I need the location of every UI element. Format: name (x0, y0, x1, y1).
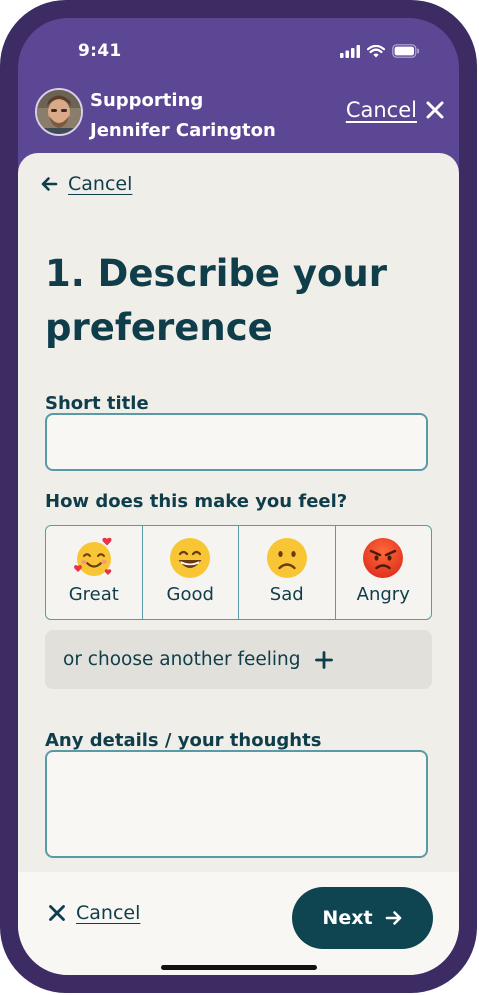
back-cancel-label: Cancel (68, 173, 133, 195)
wifi-icon (367, 44, 385, 57)
arrow-right-icon (385, 911, 401, 925)
footer-cancel-label: Cancel (76, 902, 141, 924)
phone-frame: 9:41 Supporting Jennifer Carington Cance… (0, 0, 477, 993)
angry-face-icon (363, 538, 404, 578)
arrow-left-icon (41, 177, 58, 191)
feeling-option-angry[interactable]: Angry (336, 526, 432, 619)
supported-person-name: Jennifer Carington (90, 120, 276, 141)
avatar (35, 88, 83, 136)
grinning-face-icon (170, 538, 211, 578)
form-sheet: Cancel 1. Describe your preference Short… (18, 153, 459, 975)
battery-icon (392, 44, 420, 58)
feeling-label-angry: Angry (356, 584, 410, 605)
close-icon (426, 101, 444, 119)
choose-another-feeling-button[interactable]: or choose another feeling (45, 630, 432, 689)
details-label: Any details / your thoughts (45, 730, 322, 751)
feeling-option-sad[interactable]: Sad (239, 526, 336, 619)
short-title-input[interactable] (45, 413, 428, 471)
frowning-face-icon (266, 538, 307, 578)
choose-another-feeling-label: or choose another feeling (63, 649, 301, 670)
bottom-action-bar: Cancel Next (18, 872, 459, 975)
short-title-label: Short title (45, 393, 149, 414)
feeling-selector: Great Good Sad Angry (45, 525, 432, 620)
header-cancel-label: Cancel (345, 98, 417, 122)
home-indicator (161, 965, 317, 970)
status-icons (340, 44, 420, 58)
footer-cancel-button[interactable]: Cancel (48, 902, 140, 924)
next-button-label: Next (322, 907, 373, 929)
next-button[interactable]: Next (292, 887, 433, 949)
header-cancel-button[interactable]: Cancel (346, 98, 445, 122)
feeling-label-great: Great (68, 584, 119, 605)
page-title: 1. Describe your preference (45, 252, 387, 349)
feeling-option-good[interactable]: Good (143, 526, 239, 619)
screen: 9:41 Supporting Jennifer Carington Cance… (18, 18, 459, 975)
feeling-label-good: Good (166, 584, 214, 605)
details-textarea[interactable] (45, 750, 428, 858)
close-icon (49, 905, 65, 921)
back-cancel-link[interactable]: Cancel (40, 173, 132, 195)
status-time: 9:41 (78, 41, 122, 61)
signal-icon (340, 44, 360, 58)
feeling-option-great[interactable]: Great (46, 526, 143, 619)
feeling-label-sad: Sad (269, 584, 304, 605)
feel-question-label: How does this make you feel? (45, 491, 348, 512)
supporting-label: Supporting (90, 90, 204, 111)
smiling-face-with-hearts-icon (73, 537, 112, 576)
status-bar: 9:41 (18, 18, 459, 80)
plus-icon (314, 650, 333, 669)
support-header: Supporting Jennifer Carington Cancel (18, 80, 459, 164)
